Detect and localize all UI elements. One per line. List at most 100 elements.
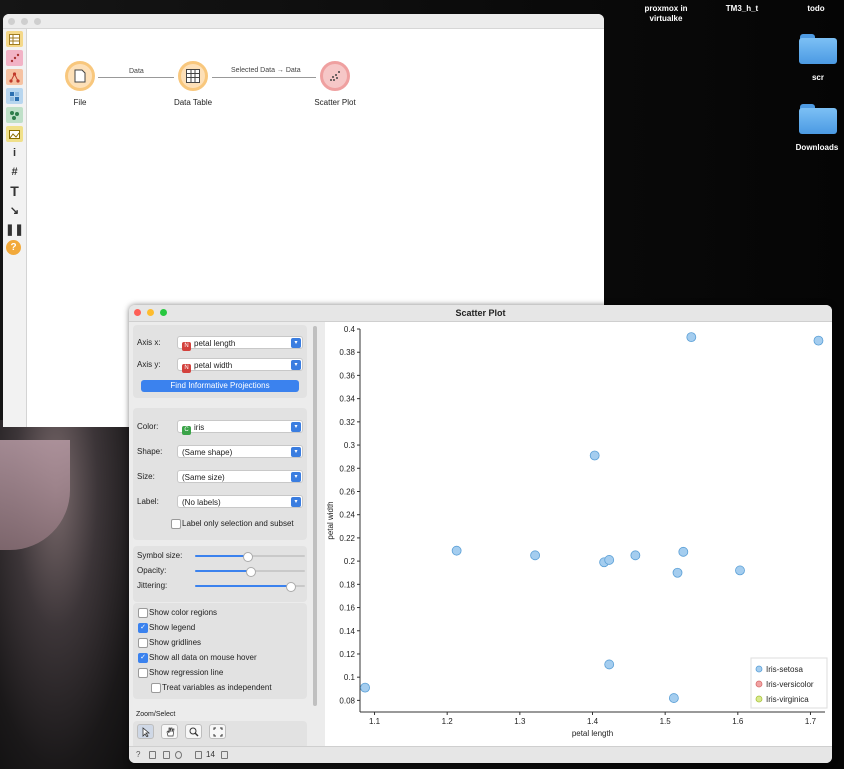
symbol-size-slider[interactable] [195, 552, 305, 562]
desktop-item-proxmox[interactable]: proxmox in virtualke [636, 4, 696, 24]
text-annotation-icon[interactable]: T [6, 183, 23, 199]
close-icon[interactable] [8, 18, 15, 25]
show-all-data-checkbox[interactable]: ✓ [138, 653, 148, 663]
data-point[interactable] [360, 682, 370, 693]
treat-independent-checkbox[interactable] [151, 683, 161, 693]
x-tick-label: 1.6 [732, 717, 744, 726]
axis-y-value: petal width [194, 361, 233, 370]
legend-marker [755, 665, 763, 673]
export-icon[interactable] [175, 751, 182, 759]
x-tick-label: 1.2 [442, 717, 454, 726]
link-datatable-scatter[interactable] [212, 77, 316, 78]
data-point[interactable] [668, 693, 679, 703]
pause-icon[interactable]: ❚❚ [5, 221, 23, 237]
x-tick-label: 1.7 [805, 717, 817, 726]
report-icon[interactable] [163, 751, 170, 759]
visualize-category-icon[interactable] [6, 50, 23, 66]
chevron-down-icon: ▾ [291, 338, 301, 348]
chevron-down-icon: ▾ [291, 360, 301, 370]
data-point[interactable] [530, 550, 541, 561]
show-color-regions-checkbox[interactable] [138, 608, 148, 618]
save-icon[interactable] [149, 751, 156, 759]
axis-y-combo[interactable]: Npetal width ▾ [177, 358, 303, 373]
data-point[interactable] [604, 659, 615, 670]
show-gridlines-checkbox[interactable] [138, 638, 148, 648]
show-legend-checkbox[interactable]: ✓ [138, 623, 148, 633]
y-tick-label: 0.32 [339, 418, 355, 427]
y-tick-label: 0.2 [344, 557, 356, 566]
y-tick-label: 0.1 [344, 673, 356, 682]
slider-knob[interactable] [285, 582, 296, 592]
pan-tool-button[interactable] [161, 724, 178, 739]
label-combo[interactable]: (No labels) ▾ [177, 495, 303, 508]
jittering-slider[interactable] [195, 582, 305, 592]
node-scatter-plot[interactable]: Scatter Plot [305, 61, 365, 107]
color-combo[interactable]: Ciris ▾ [177, 420, 303, 435]
node-data-table[interactable]: Data Table [165, 61, 221, 107]
axis-x-combo[interactable]: Npetal length ▾ [177, 336, 303, 351]
option-label: Show regression line [149, 668, 224, 677]
help-icon[interactable]: ? [6, 240, 21, 255]
scatter-chart[interactable]: 1.1 1.2 1.3 1.4 1.5 1.6 1.7 0.08 0.1 0.12 0.14 0.16… [325, 322, 832, 746]
folder-icon[interactable] [799, 34, 837, 64]
size-combo[interactable]: (Same size) ▾ [177, 470, 303, 483]
close-icon[interactable] [134, 309, 141, 316]
desktop-item-todo[interactable]: todo [796, 4, 836, 14]
data-count: 14 [206, 750, 215, 759]
data-point[interactable] [604, 555, 615, 565]
node-label: Scatter Plot [314, 98, 356, 107]
reset-zoom-button[interactable] [209, 724, 226, 739]
desktop-item-tm3[interactable]: TM3_h_t [715, 4, 769, 14]
minimize-icon[interactable] [21, 18, 28, 25]
zoom-tool-button[interactable] [185, 724, 202, 739]
data-category-icon[interactable] [6, 31, 23, 47]
desktop-item-downloads[interactable]: Downloads [792, 143, 842, 153]
data-point[interactable] [672, 567, 683, 578]
label-only-selection-text: Label only selection and subset [182, 519, 294, 528]
option-label: Treat variables as independent [162, 683, 272, 692]
option-label: Show color regions [149, 608, 218, 617]
unsupervised-category-icon[interactable] [6, 107, 23, 123]
node-label: File [73, 98, 87, 107]
data-point[interactable] [451, 545, 462, 556]
hash-icon[interactable]: # [6, 164, 23, 180]
y-tick-label: 0.14 [339, 627, 355, 636]
info-icon[interactable]: i [6, 145, 23, 161]
legend-label: Iris-setosa [766, 665, 803, 674]
help-icon[interactable]: ? [136, 750, 140, 759]
axis-y-label: Axis y: [137, 360, 161, 369]
link-file-datatable[interactable] [98, 77, 174, 78]
control-scrollbar[interactable] [313, 326, 317, 706]
arrow-annotation-icon[interactable]: ↘ [6, 202, 23, 218]
y-tick-label: 0.08 [339, 696, 355, 705]
zoom-icon[interactable] [34, 18, 41, 25]
zoom-icon[interactable] [160, 309, 167, 316]
label-value: (No labels) [182, 498, 221, 507]
slider-knob[interactable] [246, 567, 256, 577]
opacity-slider[interactable] [195, 567, 305, 577]
canvas-titlebar [3, 14, 604, 29]
data-point[interactable] [686, 332, 697, 343]
data-point[interactable] [678, 546, 689, 557]
input-icon [195, 751, 202, 759]
show-regression-line-checkbox[interactable] [138, 668, 148, 678]
slider-knob[interactable] [242, 552, 253, 562]
plot-area[interactable]: 1.1 1.2 1.3 1.4 1.5 1.6 1.7 0.08 0.1 0.12 0.14 0.16… [325, 322, 832, 746]
evaluate-category-icon[interactable] [6, 88, 23, 104]
node-file[interactable]: File [55, 61, 105, 107]
folder-icon[interactable] [799, 104, 837, 134]
minimize-icon[interactable] [147, 309, 154, 316]
desktop-item-scr[interactable]: scr [796, 73, 840, 83]
model-category-icon[interactable] [6, 69, 23, 85]
image-category-icon[interactable] [6, 126, 23, 142]
select-tool-button[interactable] [137, 724, 154, 739]
shape-combo[interactable]: (Same shape) ▾ [177, 445, 303, 458]
find-informative-projections-button[interactable]: Find Informative Projections [141, 380, 299, 392]
node-label: Data Table [173, 98, 213, 107]
data-point[interactable] [813, 335, 824, 346]
data-point[interactable] [630, 550, 641, 561]
x-axis-title: petal length [572, 729, 613, 738]
data-point[interactable] [735, 565, 745, 576]
label-only-selection-checkbox[interactable] [171, 519, 181, 529]
data-point[interactable] [589, 450, 600, 461]
